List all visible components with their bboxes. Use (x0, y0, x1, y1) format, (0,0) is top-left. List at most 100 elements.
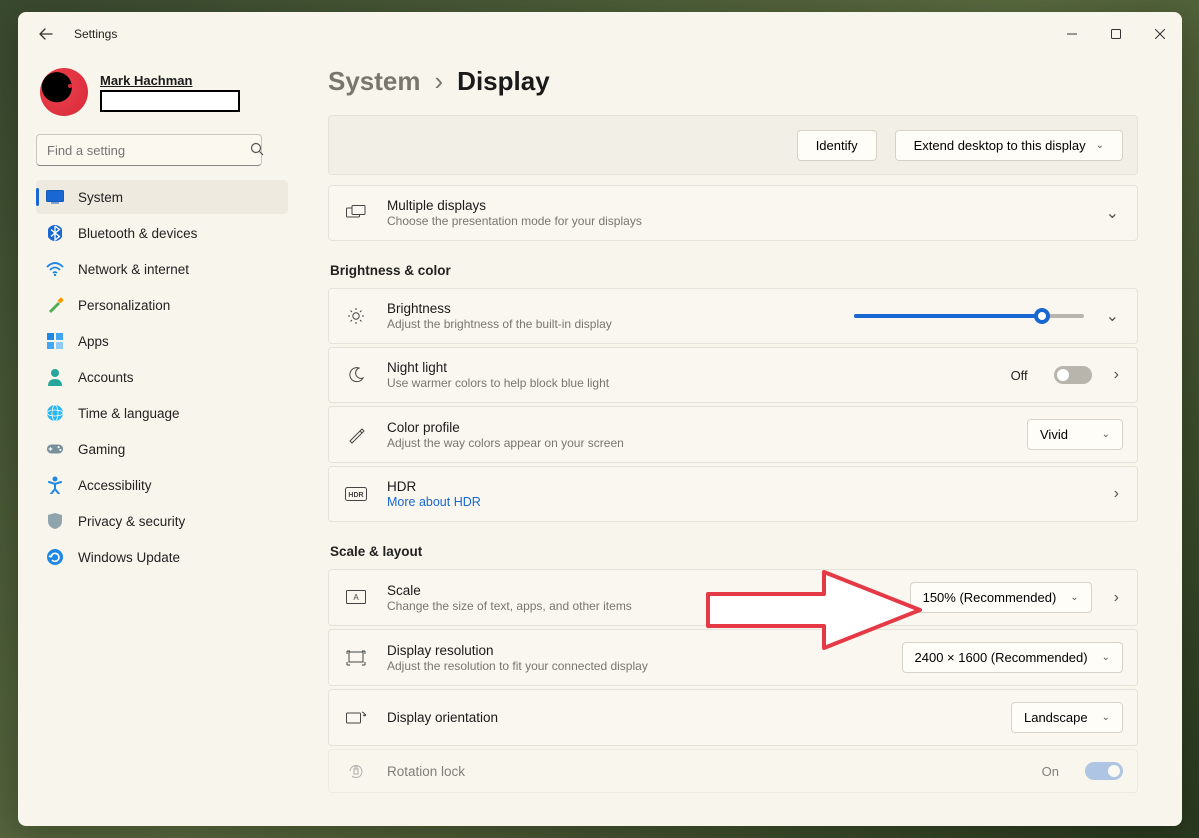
brush-icon (46, 296, 64, 314)
close-icon (1155, 29, 1165, 39)
card-subtitle: Adjust the way colors appear on your scr… (387, 436, 1009, 450)
chevron-right-icon[interactable]: › (1110, 362, 1123, 388)
nav-item-time[interactable]: Time & language (36, 396, 288, 430)
nav-item-privacy[interactable]: Privacy & security (36, 504, 288, 538)
accessibility-icon (46, 476, 64, 494)
resolution-icon (343, 650, 369, 666)
scale-icon: A (343, 590, 369, 606)
minimize-button[interactable] (1050, 18, 1094, 50)
back-button[interactable] (36, 24, 56, 44)
resolution-card: Display resolution Adjust the resolution… (328, 629, 1138, 686)
nav-item-bluetooth[interactable]: Bluetooth & devices (36, 216, 288, 250)
maximize-button[interactable] (1094, 18, 1138, 50)
card-subtitle: Adjust the brightness of the built-in di… (387, 317, 836, 331)
expand-chevron-icon[interactable]: ⌄ (1102, 302, 1123, 330)
display-mode-dropdown[interactable]: Extend desktop to this display ⌄ (895, 130, 1123, 161)
chevron-right-icon[interactable]: › (1110, 481, 1123, 507)
nav-item-apps[interactable]: Apps (36, 324, 288, 358)
breadcrumb-current: Display (457, 66, 550, 97)
night-light-toggle[interactable] (1054, 366, 1092, 384)
user-name: Mark Hachman (100, 73, 240, 88)
nav-item-label: System (78, 190, 123, 205)
color-profile-select[interactable]: Vivid ⌄ (1027, 419, 1123, 450)
night-light-card[interactable]: Night light Use warmer colors to help bl… (328, 347, 1138, 403)
search-input[interactable] (36, 134, 262, 166)
maximize-icon (1111, 29, 1121, 39)
breadcrumb-separator-icon: › (435, 66, 444, 97)
nav-item-system[interactable]: System (36, 180, 288, 214)
rotation-lock-toggle (1085, 762, 1123, 780)
hdr-icon: HDR (343, 487, 369, 501)
chevron-right-icon[interactable]: › (1110, 585, 1123, 611)
app-title: Settings (74, 27, 117, 41)
gamepad-icon (46, 440, 64, 458)
orientation-card: Display orientation Landscape ⌄ (328, 689, 1138, 746)
chevron-down-icon: ⌄ (1102, 429, 1110, 440)
nav-item-label: Network & internet (78, 262, 189, 277)
user-block[interactable]: Mark Hachman (36, 68, 288, 116)
globe-icon (46, 404, 64, 422)
hdr-more-link[interactable]: More about HDR (387, 495, 1092, 509)
chevron-down-icon: ⌄ (1070, 592, 1078, 603)
identify-button[interactable]: Identify (797, 130, 877, 161)
nav-item-label: Accessibility (78, 478, 152, 493)
nav-item-accounts[interactable]: Accounts (36, 360, 288, 394)
nav-item-label: Time & language (78, 406, 180, 421)
brightness-slider[interactable] (854, 314, 1084, 318)
brightness-card: Brightness Adjust the brightness of the … (328, 288, 1138, 344)
chevron-down-icon: ⌄ (1102, 652, 1110, 663)
scale-card: A Scale Change the size of text, apps, a… (328, 569, 1138, 626)
select-value: 2400 × 1600 (Recommended) (915, 650, 1088, 665)
orientation-select[interactable]: Landscape ⌄ (1011, 702, 1123, 733)
resolution-select[interactable]: 2400 × 1600 (Recommended) ⌄ (902, 642, 1123, 673)
apps-icon (46, 332, 64, 350)
multiple-displays-card[interactable]: Multiple displays Choose the presentatio… (328, 185, 1138, 241)
close-button[interactable] (1138, 18, 1182, 50)
nav-item-label: Gaming (78, 442, 125, 457)
main-content[interactable]: System › Display Identify Extend desktop… (300, 56, 1182, 826)
avatar (40, 68, 88, 116)
section-scale-layout: Scale & layout (330, 544, 1138, 559)
card-title: Multiple displays (387, 198, 1084, 213)
svg-text:HDR: HDR (348, 492, 363, 499)
window-controls (1050, 18, 1182, 50)
nav-item-personalization[interactable]: Personalization (36, 288, 288, 322)
search-wrap (36, 134, 288, 166)
scale-select[interactable]: 150% (Recommended) ⌄ (910, 582, 1092, 613)
orientation-icon (343, 710, 369, 726)
toggle-state-label: Off (1011, 368, 1028, 383)
card-subtitle: Use warmer colors to help block blue lig… (387, 376, 993, 390)
nav: System Bluetooth & devices Network & inter… (36, 180, 288, 574)
nav-item-update[interactable]: Windows Update (36, 540, 288, 574)
wifi-icon (46, 260, 64, 278)
sidebar: Mark Hachman System Bluetooth & devices Ne… (18, 56, 300, 826)
select-value: 150% (Recommended) (923, 590, 1057, 605)
display-arrange-panel: Identify Extend desktop to this display … (328, 115, 1138, 175)
select-value: Vivid (1040, 427, 1068, 442)
person-icon (46, 368, 64, 386)
card-title: Scale (387, 583, 892, 598)
chevron-down-icon: ⌄ (1096, 140, 1104, 151)
nav-item-gaming[interactable]: Gaming (36, 432, 288, 466)
nav-item-label: Apps (78, 334, 109, 349)
nav-item-label: Privacy & security (78, 514, 185, 529)
nav-item-accessibility[interactable]: Accessibility (36, 468, 288, 502)
nav-item-network[interactable]: Network & internet (36, 252, 288, 286)
card-subtitle: Adjust the resolution to fit your connec… (387, 659, 884, 673)
displays-icon (343, 205, 369, 221)
select-value: Landscape (1024, 710, 1088, 725)
card-title: Night light (387, 360, 993, 375)
hdr-card[interactable]: HDR HDR More about HDR › (328, 466, 1138, 522)
toggle-state-label: On (1042, 764, 1059, 779)
card-title: HDR (387, 479, 1092, 494)
section-brightness-color: Brightness & color (330, 263, 1138, 278)
nav-item-label: Personalization (78, 298, 170, 313)
card-subtitle: Choose the presentation mode for your di… (387, 214, 1084, 228)
moon-icon (343, 366, 369, 384)
nav-item-label: Windows Update (78, 550, 180, 565)
rotation-lock-card: Rotation lock On (328, 749, 1138, 793)
expand-chevron-icon[interactable]: ⌄ (1102, 199, 1123, 227)
breadcrumb-parent[interactable]: System (328, 66, 421, 97)
search-icon (250, 142, 264, 161)
titlebar: Settings (18, 12, 1182, 56)
